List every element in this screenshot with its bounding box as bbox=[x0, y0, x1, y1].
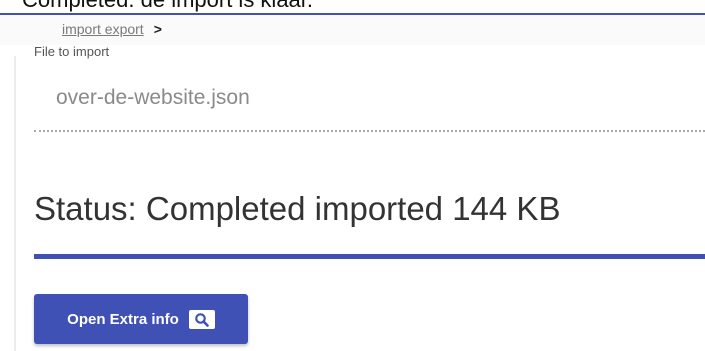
completion-notice: Completed. de import is klaar. bbox=[22, 0, 313, 13]
import-page: Completed. de import is klaar. import ex… bbox=[0, 0, 705, 351]
breadcrumb-separator: > bbox=[153, 21, 162, 37]
open-extra-info-label: Open Extra info bbox=[67, 310, 179, 328]
open-extra-info-button[interactable]: Open Extra info bbox=[34, 294, 248, 344]
file-to-import-label: File to import bbox=[34, 44, 110, 59]
status-text: Status: Completed imported 144 KB bbox=[34, 190, 561, 227]
breadcrumb: import export > bbox=[62, 21, 162, 37]
breadcrumb-link-import-export[interactable]: import export bbox=[62, 21, 144, 37]
left-rail bbox=[14, 56, 16, 351]
search-icon bbox=[188, 309, 215, 329]
file-to-import-field[interactable]: over-de-website.json bbox=[56, 86, 250, 110]
file-field-underline bbox=[34, 130, 705, 132]
import-progress-bar bbox=[34, 254, 705, 259]
import-progress-fill bbox=[34, 254, 705, 259]
